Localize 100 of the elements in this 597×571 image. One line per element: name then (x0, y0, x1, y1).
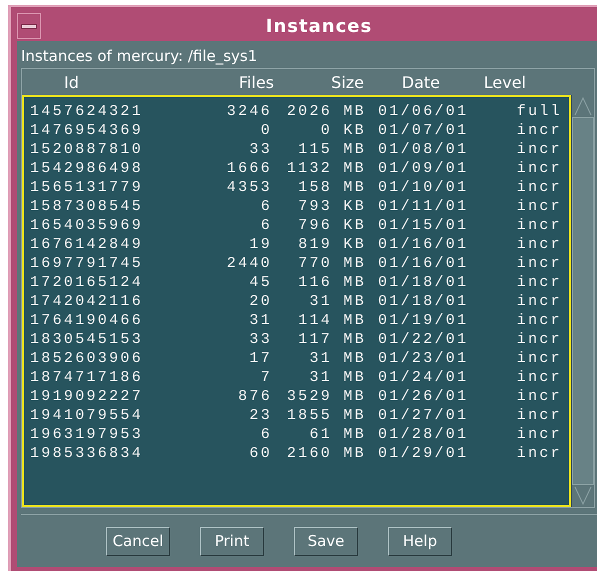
table-cell-text: 01/22/01 (377, 330, 470, 349)
table-cell-text: 01/23/01 (377, 349, 470, 368)
table-cell-text: 01/24/01 (377, 368, 470, 387)
table-cell-text: 114 MB (297, 311, 366, 330)
table-cell-text: 0 (260, 121, 272, 140)
table-cell-text: incr (516, 273, 562, 292)
table-cell-text: 1565131779 (30, 178, 144, 197)
scrollbar[interactable] (571, 95, 594, 507)
table-cell-text: 01/15/01 (377, 216, 470, 235)
table-cell-text: 115 MB (297, 140, 366, 159)
dialog-button[interactable]: Cancel (106, 526, 170, 556)
table-cell-text: incr (516, 159, 562, 178)
table-cell-text: 01/28/01 (377, 425, 470, 444)
table-cell-text: 1852603906 (30, 349, 144, 368)
table-cell-text: incr (516, 311, 562, 330)
dialog-button[interactable]: Save (294, 526, 358, 556)
table-cell-text: 4353 (226, 178, 272, 197)
table-cell-text: incr (516, 292, 562, 311)
table-cell-text: incr (516, 140, 562, 159)
table-cell-text: incr (516, 368, 562, 387)
table-cell-text: 116 MB (297, 273, 366, 292)
table-cell-text: 17 (248, 349, 272, 368)
table-cell-text: 19 (248, 235, 272, 254)
table-cell-text: 819 KB (297, 235, 366, 254)
table-cell-text: 7 (260, 368, 272, 387)
table-cell-text: 1985336834 (30, 444, 144, 463)
table-cell-text: 1457624321 (30, 102, 144, 121)
table-cell-text: incr (516, 197, 562, 216)
table-cell-text: 1587308545 (30, 197, 144, 216)
table-cell-text: 01/19/01 (377, 311, 470, 330)
table-cell-text: incr (516, 178, 562, 197)
table-cell-text: 3529 MB (286, 387, 366, 406)
table-cell-text: 33 (248, 330, 272, 349)
table-cell-text: 1520887810 (30, 140, 144, 159)
table-cell-text: 31 MB (308, 349, 366, 368)
table-cell-text: 31 MB (308, 292, 366, 311)
table-cell-text: 1720165124 (30, 273, 144, 292)
table-cell-text: 01/18/01 (377, 273, 470, 292)
table-cell-text: 1919092227 (30, 387, 144, 406)
table-cell-text: 1764190466 (30, 311, 144, 330)
table-cell-text: 0 KB (320, 121, 366, 140)
table-cell-text: 770 MB (297, 254, 366, 273)
table-cell-text: 45 (248, 273, 272, 292)
column-header: Date (400, 72, 440, 92)
table-cell-text: incr (516, 330, 562, 349)
table-cell-text: 23 (248, 406, 272, 425)
table-cell-text: 1855 MB (286, 406, 366, 425)
table-cell-text: 2440 (226, 254, 272, 273)
table-cell-text: 1666 (226, 159, 272, 178)
window-title: Instances (264, 16, 374, 36)
table-cell-text: 1676142849 (30, 235, 144, 254)
table-cell-text: 31 (248, 311, 272, 330)
table-cell-text: 6 (260, 197, 272, 216)
subtitle: Instances of mercury: /file_sys1 (21, 46, 258, 67)
table-cell-text: 31 MB (308, 368, 366, 387)
table-cell-text: incr (516, 387, 562, 406)
table-cell-text: 01/16/01 (377, 235, 470, 254)
table-cell-text: incr (516, 425, 562, 444)
table-cell-text: incr (516, 254, 562, 273)
column-header: Files (238, 72, 274, 92)
table-cell-text: incr (516, 406, 562, 425)
table-cell-text: 1542986498 (30, 159, 144, 178)
table-cell-text: 1830545153 (30, 330, 144, 349)
table-cell-text: incr (516, 235, 562, 254)
table-cell-text: 01/10/01 (377, 178, 470, 197)
table-cell-text: incr (516, 121, 562, 140)
table-cell-text: 2160 MB (286, 444, 366, 463)
instance-list[interactable] (22, 95, 571, 507)
table-cell-text: 796 KB (297, 216, 366, 235)
table-cell-text: 01/11/01 (377, 197, 470, 216)
table-cell-text: 33 (248, 140, 272, 159)
table-cell-text: 6 (260, 216, 272, 235)
dialog-button[interactable]: Print (200, 526, 264, 556)
table-cell-text: 01/26/01 (377, 387, 470, 406)
table-cell-text: 60 (248, 444, 272, 463)
table-cell-text: 158 MB (297, 178, 366, 197)
table-cell-text: 01/29/01 (377, 444, 470, 463)
table-cell-text: 61 MB (308, 425, 366, 444)
table-cell-text: 1742042116 (30, 292, 144, 311)
column-header: Id (63, 72, 80, 92)
table-cell-text: 1476954369 (30, 121, 144, 140)
table-cell-text: 01/18/01 (377, 292, 470, 311)
table-cell-text: 1874717186 (30, 368, 144, 387)
table-cell-text: 01/08/01 (377, 140, 470, 159)
scroll-down-icon[interactable] (573, 485, 593, 507)
table-cell-text: 3246 (226, 102, 272, 121)
table-cell-text: 1132 MB (286, 159, 366, 178)
table-cell-text: incr (516, 349, 562, 368)
column-header: Level (482, 72, 526, 92)
table-cell-text: 1941079554 (30, 406, 144, 425)
dialog-button[interactable]: Help (388, 526, 452, 556)
table-cell-text: 1654035969 (30, 216, 144, 235)
table-cell-text: 793 KB (297, 197, 366, 216)
table-cell-text: 20 (248, 292, 272, 311)
table-cell-text: 01/16/01 (377, 254, 470, 273)
table-cell-text: 2026 MB (286, 102, 366, 121)
scroll-up-icon[interactable] (573, 95, 593, 117)
window-menu-button[interactable] (17, 13, 41, 39)
table-cell-text: incr (516, 444, 562, 463)
table-cell-text: incr (516, 216, 562, 235)
